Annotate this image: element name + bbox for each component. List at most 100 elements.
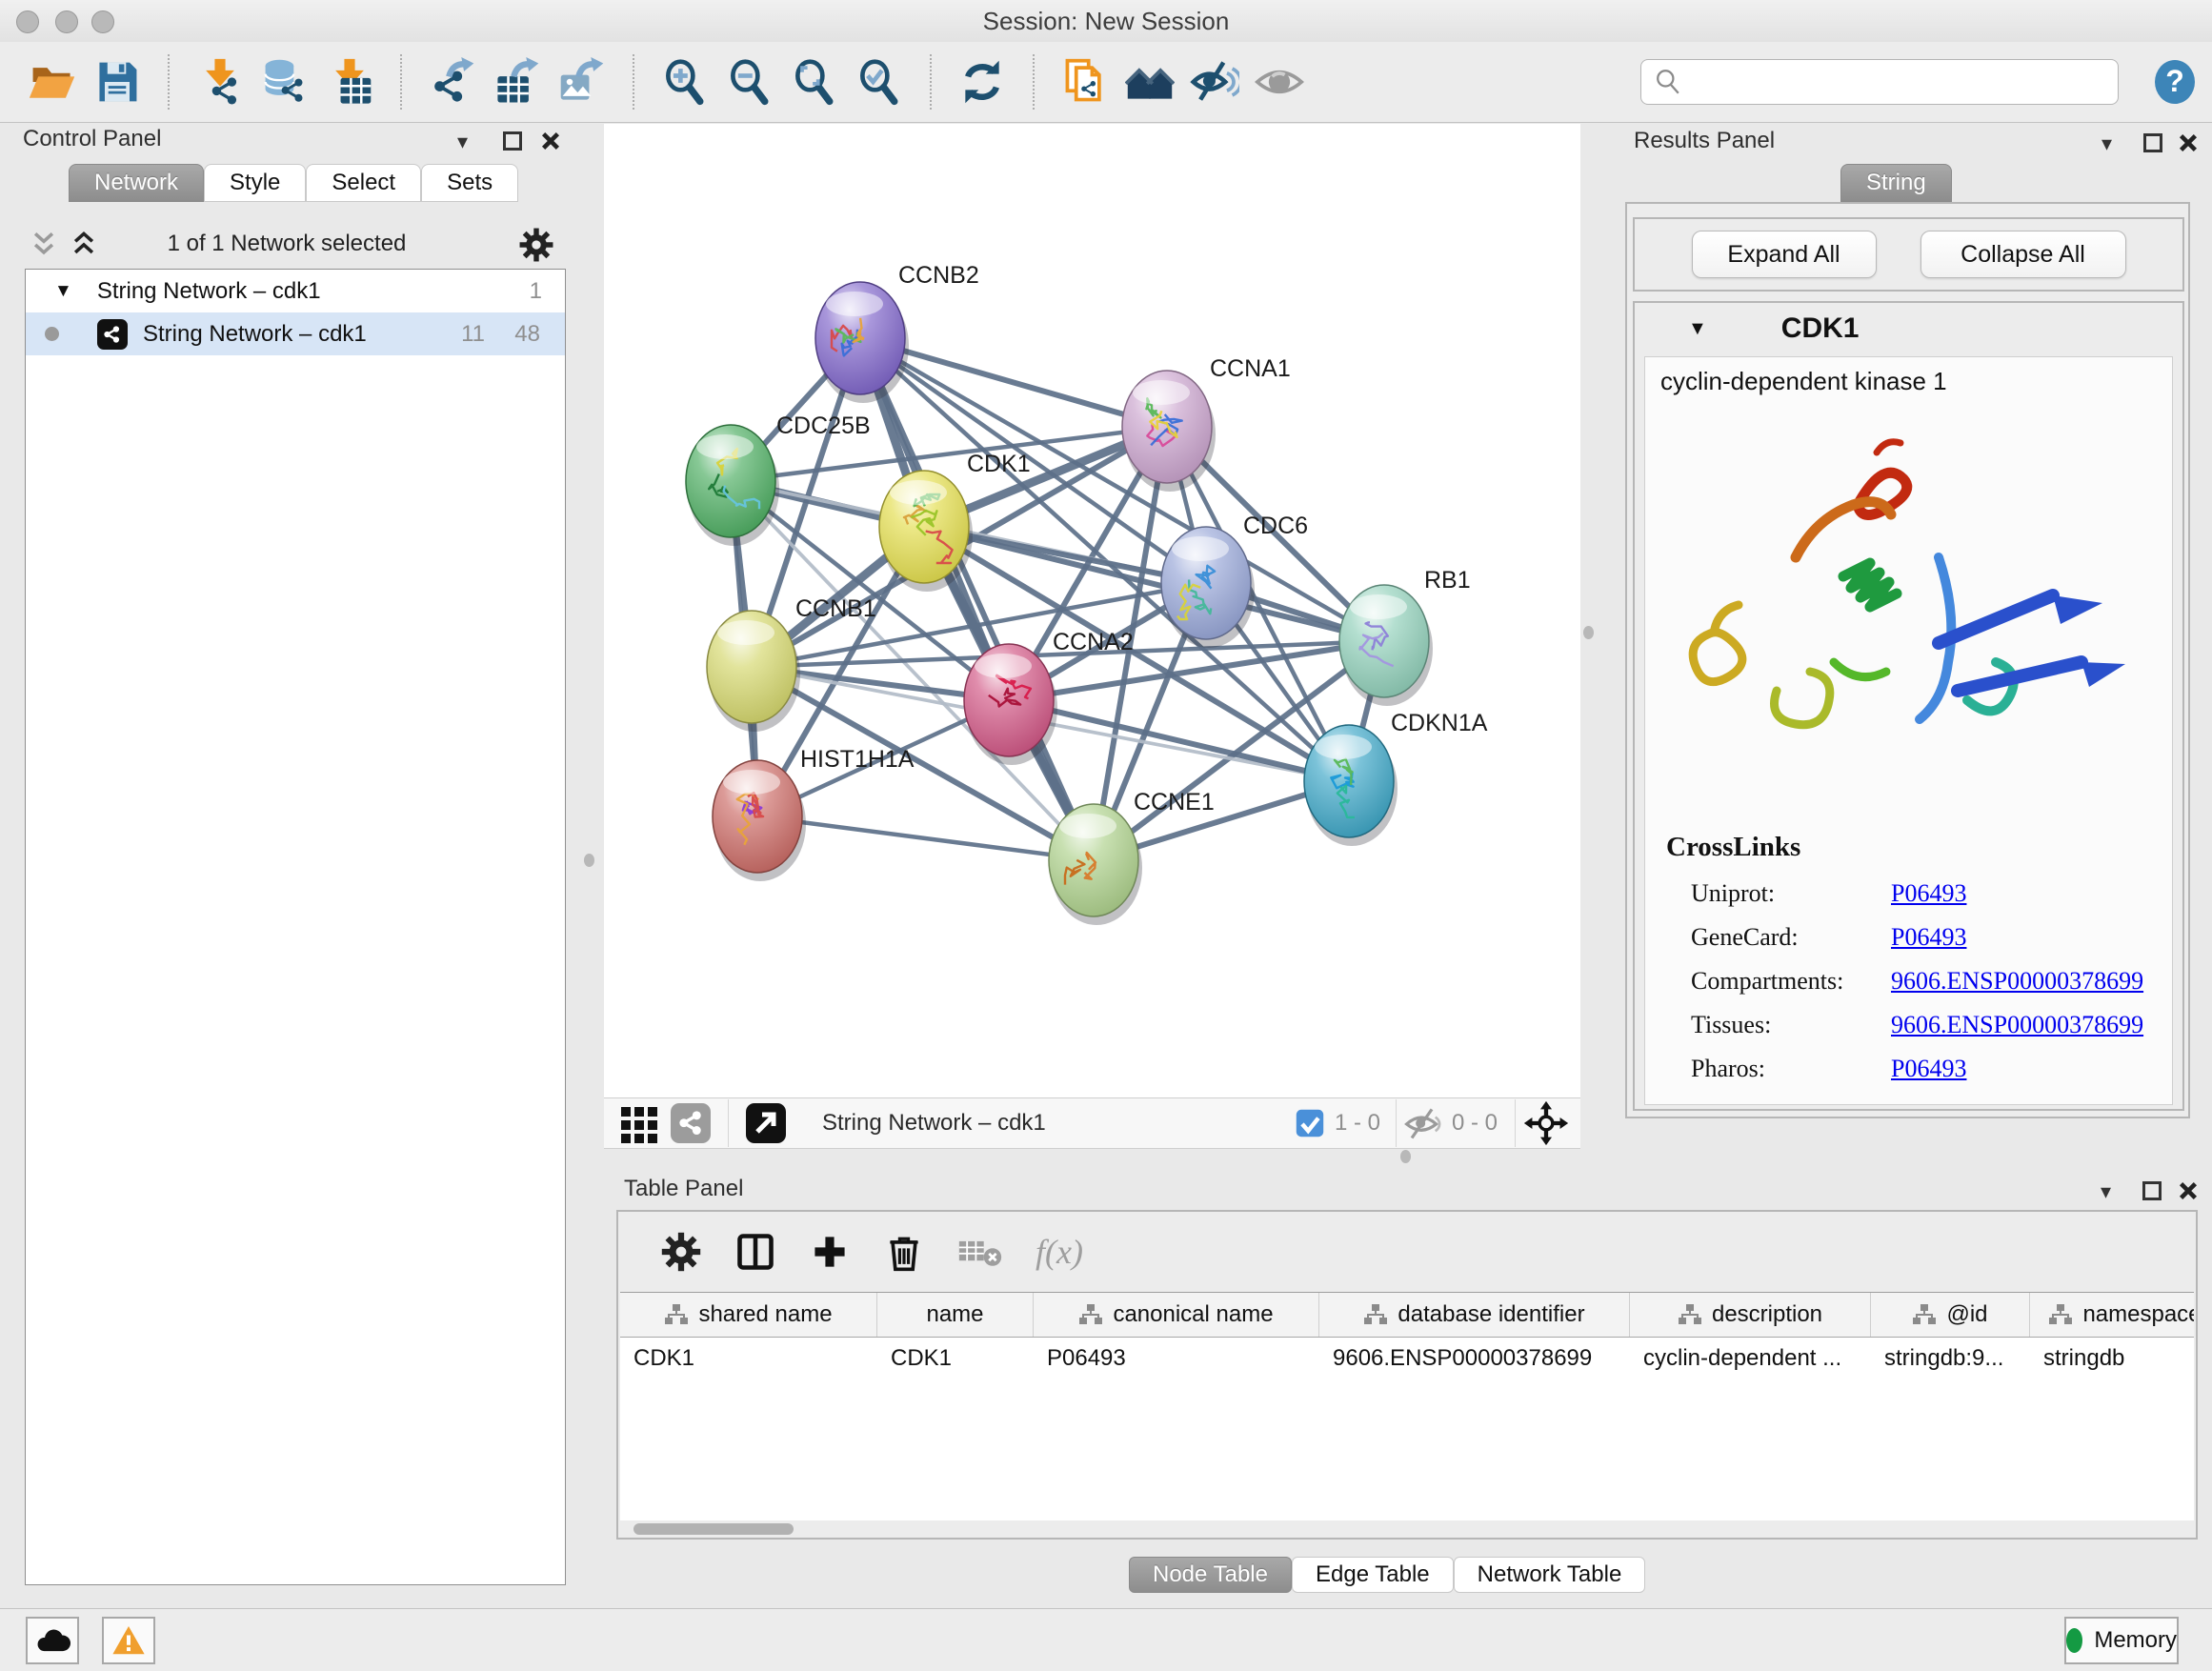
tab-node-table[interactable]: Node Table [1129, 1557, 1292, 1593]
houses-icon[interactable] [1122, 54, 1177, 110]
zoom-in-icon[interactable] [657, 54, 713, 110]
network-node[interactable]: CCNB2 [815, 262, 979, 403]
expand-all-button[interactable]: Expand All [1692, 231, 1877, 278]
network-node[interactable]: CDC6 [1161, 513, 1308, 648]
tab-network[interactable]: Network [69, 164, 204, 202]
column-header-name[interactable]: name [877, 1293, 1034, 1337]
close-results-panel-icon[interactable] [2177, 131, 2200, 154]
maximize-panel-icon[interactable] [503, 131, 522, 151]
column-header-namespace[interactable]: namespace [2030, 1293, 2194, 1337]
float-results-panel-icon[interactable]: ▾ [2101, 131, 2112, 156]
open-session-icon[interactable] [25, 54, 80, 110]
search-input[interactable] [1685, 62, 2118, 102]
network-node[interactable]: CCNA2 [964, 629, 1134, 765]
tab-select[interactable]: Select [306, 164, 421, 202]
table-tab-bar: Node TableEdge TableNetwork Table [1129, 1557, 1645, 1593]
network-collection-row[interactable]: ▼ String Network – cdk1 1 [26, 270, 565, 312]
network-node-label: CDC6 [1243, 513, 1308, 539]
function-builder-icon[interactable]: f(x) [1036, 1232, 1083, 1272]
export-view-arrow-icon[interactable] [744, 1101, 788, 1145]
close-table-panel-icon[interactable] [2177, 1179, 2200, 1202]
network-options-gear-icon[interactable] [518, 227, 554, 263]
zoom-out-icon[interactable] [722, 54, 777, 110]
fit-locate-crosshair-icon[interactable] [1523, 1100, 1569, 1146]
import-network-icon[interactable] [192, 54, 248, 110]
network-row[interactable]: String Network – cdk1 11 48 [26, 312, 565, 355]
import-table-icon[interactable] [322, 54, 377, 110]
export-network-icon[interactable] [425, 54, 480, 110]
delete-table-icon[interactable] [957, 1233, 1003, 1271]
memory-button[interactable]: Memory [2064, 1617, 2179, 1664]
column-header-database-identifier[interactable]: database identifier [1319, 1293, 1630, 1337]
left-splitter-handle[interactable] [584, 854, 594, 867]
delete-column-trash-icon[interactable] [883, 1231, 925, 1273]
crosslink-value-link[interactable]: P06493 [1891, 879, 1966, 908]
network-share-badge-icon[interactable] [669, 1101, 713, 1145]
tab-string[interactable]: String [1840, 164, 1952, 202]
table-cell: P06493 [1034, 1338, 1319, 1379]
float-panel-icon[interactable]: ▾ [457, 130, 468, 154]
search-box[interactable] [1640, 59, 2119, 105]
toolbar-separator [400, 54, 402, 110]
export-table-icon[interactable] [490, 54, 545, 110]
crosslink-value-link[interactable]: P06493 [1891, 923, 1966, 952]
crosslink-value-link[interactable]: 9606.ENSP00000378699 [1891, 1011, 2143, 1039]
network-edge[interactable] [860, 338, 1094, 860]
gene-expander-icon[interactable]: ▼ [1688, 318, 1707, 340]
column-header-shared-name[interactable]: shared name [620, 1293, 877, 1337]
window-title: Session: New Session [0, 7, 2212, 36]
copy-network-icon[interactable] [1057, 54, 1113, 110]
network-node[interactable]: CCNE1 [1049, 789, 1215, 925]
table-hscrollbar[interactable] [620, 1520, 2194, 1538]
show-columns-icon[interactable] [734, 1231, 776, 1273]
network-node[interactable]: RB1 [1339, 567, 1471, 706]
create-column-plus-icon[interactable] [809, 1231, 851, 1273]
network-node[interactable]: HIST1H1A [713, 746, 915, 881]
import-database-icon[interactable] [257, 54, 312, 110]
network-edge[interactable] [757, 816, 1094, 860]
network-node[interactable]: CDC25B [686, 413, 871, 546]
table-hscrollbar-thumb[interactable] [633, 1523, 794, 1535]
gene-section-header[interactable]: ▼ CDK1 [1635, 303, 2182, 354]
zoom-fit-icon[interactable] [787, 54, 842, 110]
selected-checkbox-icon[interactable] [1295, 1108, 1325, 1138]
tab-sets[interactable]: Sets [421, 164, 518, 202]
float-table-panel-icon[interactable]: ▾ [2101, 1179, 2111, 1204]
eye-icon[interactable] [1252, 54, 1307, 110]
tab-style[interactable]: Style [204, 164, 306, 202]
node-table[interactable]: shared namenamecanonical namedatabase id… [620, 1292, 2194, 1521]
column-header-canonical-name[interactable]: canonical name [1034, 1293, 1319, 1337]
collapse-all-button[interactable]: Collapse All [1920, 231, 2126, 278]
birds-eye-grid-icon[interactable] [617, 1101, 661, 1145]
eye-slash-icon[interactable] [1187, 54, 1242, 110]
table-row[interactable]: CDK1CDK1P064939606.ENSP00000378699cyclin… [620, 1338, 2194, 1379]
network-edge-count: 48 [514, 321, 540, 348]
maximize-table-panel-icon[interactable] [2142, 1181, 2162, 1200]
column-header-description[interactable]: description [1630, 1293, 1871, 1337]
cloud-status-button[interactable] [26, 1617, 79, 1664]
crosslink-value-link[interactable]: 9606.ENSP00000378699 [1891, 967, 2143, 996]
collection-count: 1 [530, 278, 542, 305]
table-settings-gear-icon[interactable] [660, 1231, 702, 1273]
hidden-eye-slash-icon[interactable] [1402, 1103, 1442, 1143]
right-splitter-handle[interactable] [1583, 626, 1594, 639]
close-panel-icon[interactable] [539, 130, 562, 152]
tab-network-table[interactable]: Network Table [1454, 1557, 1646, 1593]
network-view-toolbar: String Network – cdk1 1 - 0 0 - 0 [604, 1097, 1580, 1149]
collection-expander-icon[interactable]: ▼ [54, 281, 72, 302]
network-canvas[interactable]: CCNB2CCNA1CDC25BCDK1CDC6RB1CCNB1CCNA2CDK… [604, 124, 1580, 1097]
tab-edge-table[interactable]: Edge Table [1292, 1557, 1454, 1593]
column-header--id[interactable]: @id [1871, 1293, 2030, 1337]
save-session-icon[interactable] [90, 54, 145, 110]
network-node[interactable]: CCNA1 [1122, 355, 1291, 492]
help-button[interactable]: ? [2151, 58, 2199, 106]
maximize-results-panel-icon[interactable] [2143, 133, 2162, 152]
network-selection-bar: 1 of 1 Network selected [10, 225, 564, 267]
network-node[interactable]: CDKN1A [1304, 710, 1488, 846]
warnings-button[interactable] [102, 1617, 155, 1664]
horizontal-splitter-handle[interactable] [1400, 1150, 1411, 1163]
refresh-icon[interactable] [955, 54, 1010, 110]
export-image-icon[interactable] [554, 54, 610, 110]
crosslink-value-link[interactable]: P06493 [1891, 1055, 1966, 1083]
zoom-selected-icon[interactable] [852, 54, 907, 110]
